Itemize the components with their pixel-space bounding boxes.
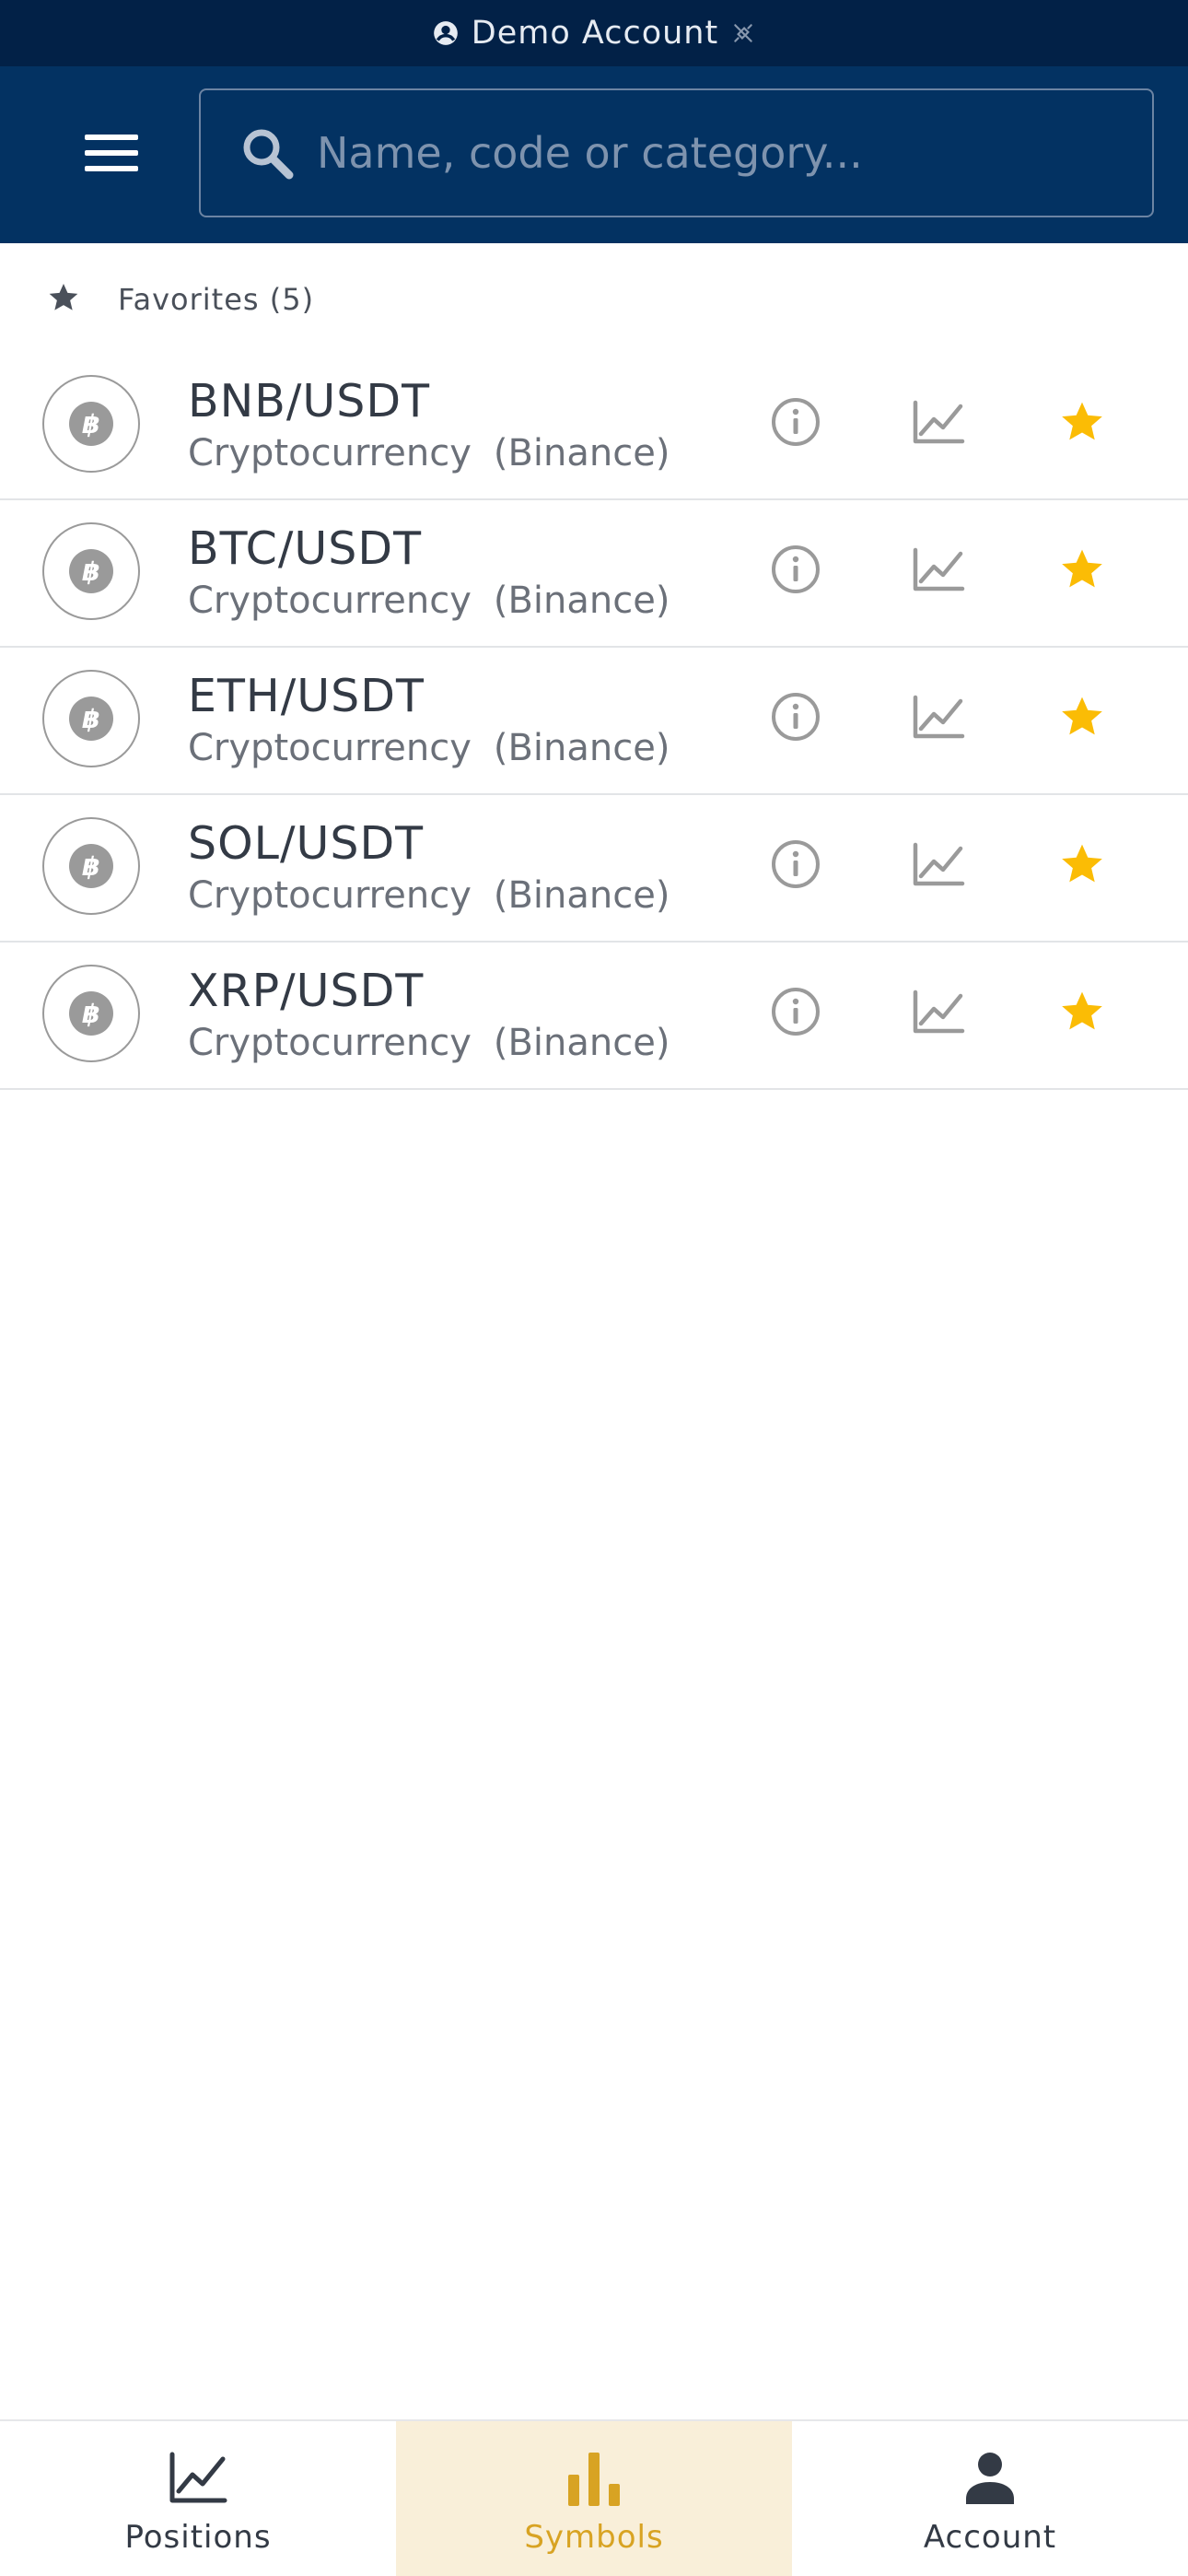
search-icon (239, 125, 295, 181)
star-icon (1057, 839, 1107, 893)
symbol-list: ฿ BNB/USDT Cryptocurrency (Binance) ฿ BT… (0, 353, 1188, 1090)
symbol-category: Cryptocurrency (188, 874, 472, 917)
star-icon (46, 280, 81, 319)
chart-button[interactable] (899, 974, 978, 1053)
symbol-name: BTC/USDT (188, 522, 423, 575)
symbol-subtitle: Cryptocurrency (Binance) (188, 432, 670, 474)
info-button[interactable] (756, 974, 835, 1053)
person-icon (958, 2445, 1022, 2510)
line-chart-icon (912, 989, 965, 1038)
symbol-name: ETH/USDT (188, 670, 425, 722)
line-chart-icon (166, 2445, 230, 2510)
tab-symbols[interactable]: Symbols (396, 2421, 792, 2576)
symbol-name: SOL/USDT (188, 817, 425, 870)
app-header (0, 66, 1188, 243)
line-chart-icon (912, 694, 965, 744)
hamburger-menu-icon (85, 133, 138, 177)
chart-button[interactable] (899, 826, 978, 906)
symbol-exchange: (Binance) (493, 727, 670, 769)
info-button[interactable] (756, 384, 835, 463)
symbol-name: BNB/USDT (188, 375, 431, 427)
star-icon (1057, 692, 1107, 745)
status-bar: Demo Account (0, 0, 1188, 66)
symbol-subtitle: Cryptocurrency (Binance) (188, 727, 670, 769)
chart-button[interactable] (899, 679, 978, 758)
tab-label: Account (923, 2519, 1057, 2556)
svg-text:฿: ฿ (82, 999, 99, 1029)
favorites-heading: Favorites (5) (46, 276, 314, 322)
tab-positions[interactable]: Positions (0, 2421, 396, 2576)
svg-text:฿: ฿ (82, 704, 99, 734)
star-icon (1057, 397, 1107, 451)
star-icon (1057, 544, 1107, 598)
symbol-category: Cryptocurrency (188, 432, 472, 474)
favorite-toggle[interactable] (1042, 826, 1122, 906)
account-mode-label: Demo Account (471, 15, 719, 52)
info-icon (771, 692, 821, 745)
info-button[interactable] (756, 532, 835, 611)
bitcoin-icon: ฿ (42, 375, 140, 473)
symbol-exchange: (Binance) (493, 580, 670, 622)
disconnected-plug-icon (731, 21, 755, 45)
symbol-subtitle: Cryptocurrency (Binance) (188, 580, 670, 622)
star-icon (1057, 987, 1107, 1040)
bitcoin-icon: ฿ (42, 817, 140, 915)
symbol-exchange: (Binance) (493, 432, 670, 474)
info-icon (771, 397, 821, 451)
symbol-exchange: (Binance) (493, 1022, 670, 1064)
symbol-exchange: (Binance) (493, 874, 670, 917)
tab-account[interactable]: Account (792, 2421, 1188, 2576)
tab-label: Symbols (524, 2519, 664, 2556)
chart-button[interactable] (899, 532, 978, 611)
bar-chart-icon (562, 2445, 626, 2510)
line-chart-icon (912, 546, 965, 596)
favorite-toggle[interactable] (1042, 974, 1122, 1053)
favorite-toggle[interactable] (1042, 679, 1122, 758)
bitcoin-icon: ฿ (42, 670, 140, 767)
menu-button[interactable] (74, 117, 149, 193)
chart-button[interactable] (899, 384, 978, 463)
info-button[interactable] (756, 679, 835, 758)
search-input[interactable] (315, 89, 1152, 217)
symbol-name: XRP/USDT (188, 965, 425, 1017)
favorite-toggle[interactable] (1042, 532, 1122, 611)
svg-text:฿: ฿ (82, 409, 99, 439)
symbol-row[interactable]: ฿ ETH/USDT Cryptocurrency (Binance) (0, 648, 1188, 795)
line-chart-icon (912, 841, 965, 891)
symbol-row[interactable]: ฿ SOL/USDT Cryptocurrency (Binance) (0, 795, 1188, 943)
search-box[interactable] (199, 88, 1154, 217)
info-icon (771, 987, 821, 1040)
symbol-row[interactable]: ฿ BTC/USDT Cryptocurrency (Binance) (0, 500, 1188, 648)
symbol-subtitle: Cryptocurrency (Binance) (188, 874, 670, 917)
info-icon (771, 839, 821, 893)
symbol-row[interactable]: ฿ XRP/USDT Cryptocurrency (Binance) (0, 943, 1188, 1090)
bitcoin-icon: ฿ (42, 522, 140, 620)
svg-text:฿: ฿ (82, 556, 99, 587)
tab-label: Positions (124, 2519, 272, 2556)
bitcoin-icon: ฿ (42, 965, 140, 1062)
bottom-nav: Positions Symbols Account (0, 2419, 1188, 2576)
symbol-subtitle: Cryptocurrency (Binance) (188, 1022, 670, 1064)
svg-text:฿: ฿ (82, 851, 99, 882)
symbol-category: Cryptocurrency (188, 580, 472, 622)
user-circle-icon (433, 20, 459, 46)
favorite-toggle[interactable] (1042, 384, 1122, 463)
favorites-label: Favorites (5) (118, 282, 315, 317)
info-icon (771, 544, 821, 598)
symbol-row[interactable]: ฿ BNB/USDT Cryptocurrency (Binance) (0, 353, 1188, 500)
symbol-category: Cryptocurrency (188, 1022, 472, 1064)
line-chart-icon (912, 399, 965, 449)
info-button[interactable] (756, 826, 835, 906)
symbol-category: Cryptocurrency (188, 727, 472, 769)
